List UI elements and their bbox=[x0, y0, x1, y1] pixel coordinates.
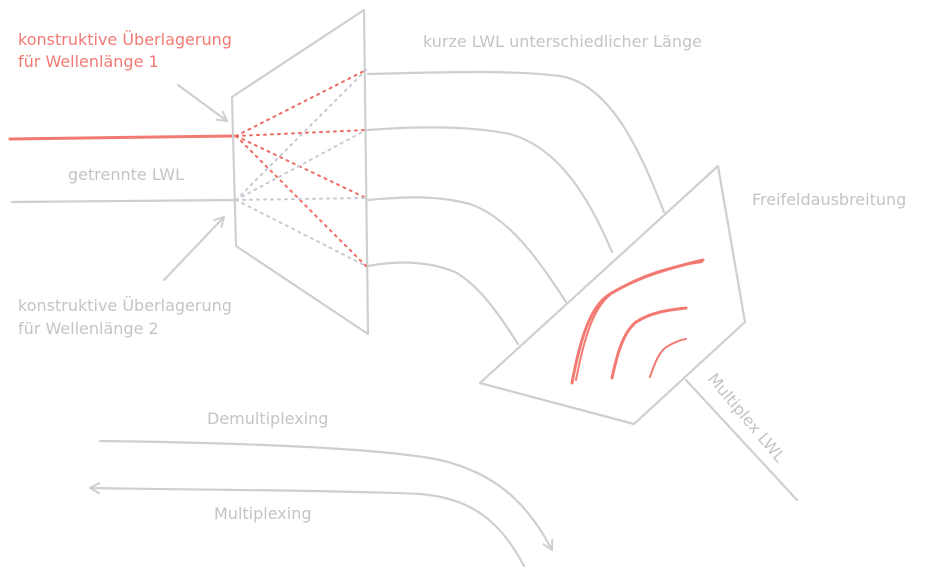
interference-rays-wavelength-2 bbox=[235, 69, 367, 267]
label-constructive-wavelength-2-line2: für Wellenlänge 2 bbox=[18, 319, 159, 338]
label-constructive-wavelength-1-line2: für Wellenlänge 1 bbox=[18, 52, 159, 71]
input-fiber-red bbox=[8, 134, 236, 141]
wdm-diagram: konstruktive Überlagerung für Wellenläng… bbox=[8, 8, 906, 568]
demultiplexing-arrow bbox=[98, 439, 554, 552]
pointer-arrow-wavelength-2 bbox=[162, 215, 226, 282]
label-short-fibers: kurze LWL unterschiedlicher Länge bbox=[423, 32, 702, 51]
label-multiplex-fiber: Multiplex LWL bbox=[704, 369, 789, 466]
wavefronts bbox=[570, 258, 705, 385]
pointer-arrow-wavelength-1 bbox=[176, 83, 229, 123]
label-constructive-wavelength-2: konstruktive Überlagerung bbox=[18, 296, 232, 315]
label-separated-fibers: getrennte LWL bbox=[68, 165, 184, 184]
label-constructive-wavelength-1: konstruktive Überlagerung bbox=[18, 30, 232, 49]
multiplexing-arrow bbox=[88, 482, 526, 568]
interference-rays-wavelength-1 bbox=[235, 69, 367, 267]
label-demultiplexing: Demultiplexing bbox=[207, 409, 328, 428]
label-free-field: Freifeldausbreitung bbox=[752, 190, 906, 209]
left-coupler bbox=[230, 8, 370, 336]
short-fibers bbox=[366, 70, 666, 346]
label-multiplexing: Multiplexing bbox=[214, 504, 311, 523]
input-fiber-grey bbox=[10, 198, 236, 204]
free-field-region bbox=[478, 164, 747, 426]
